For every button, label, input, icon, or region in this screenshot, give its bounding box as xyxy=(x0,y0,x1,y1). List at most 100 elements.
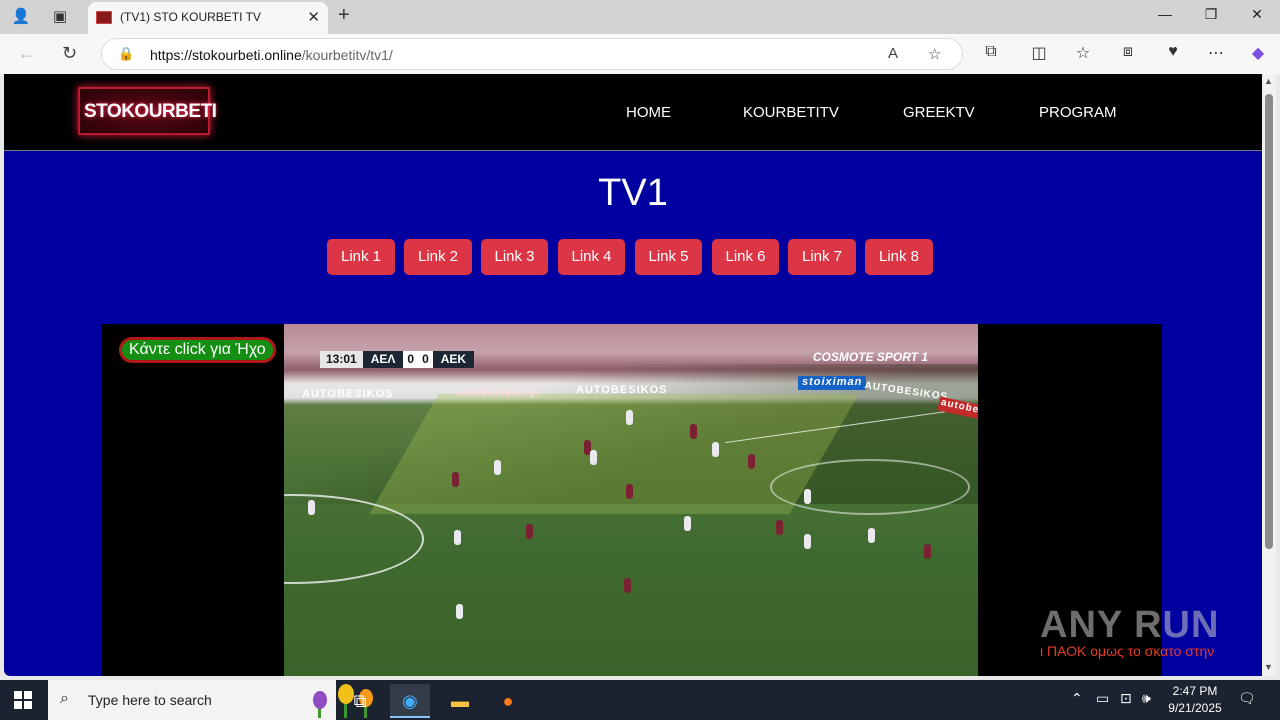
extensions-icon[interactable]: ⧉ xyxy=(980,43,1002,61)
link-7-button[interactable]: Link 7 xyxy=(788,239,856,275)
link-1-button[interactable]: Link 1 xyxy=(327,239,395,275)
address-bar: ← ↻ 🔒 https://stokourbeti.online/kourbet… xyxy=(0,34,1280,74)
ad-board: autobesikos.gr xyxy=(456,388,542,399)
favorites-icon[interactable]: ☆ xyxy=(1072,43,1094,63)
close-window-icon[interactable]: ✕ xyxy=(1242,6,1272,23)
marquee-text: ι ΠΑΟΚ ομως το σκατο στην xyxy=(1040,643,1215,659)
taskbar: ⌕ Type here to search ⧉ ◉ ▬ ● ⌃ ▭ ⊡ 🕪 2:… xyxy=(0,680,1280,720)
footballer xyxy=(526,524,533,539)
video-player[interactable]: AUTOBESIKOS autobesikos.gr AUTOBESIKOS s… xyxy=(102,324,1162,676)
refresh-icon[interactable]: ↻ xyxy=(62,43,77,64)
tab-title: (TV1) STO KOURBETI TV xyxy=(120,10,261,24)
page-viewport: STOKOURBETI HOME KOURBETITV GREEKTV PROG… xyxy=(4,74,1262,676)
home-team: ΑΕΛ xyxy=(362,351,404,368)
footballer xyxy=(748,454,755,469)
title-bar: 👤 ▣ (TV1) STO KOURBETI TV ✕ + — ❐ ✕ xyxy=(0,0,1280,34)
tab-close-icon[interactable]: ✕ xyxy=(307,8,320,26)
more-options-icon[interactable]: ⋯ xyxy=(1205,43,1227,63)
profile-icon[interactable]: 👤 xyxy=(10,6,32,28)
network-icon[interactable]: ⊡ xyxy=(1120,690,1132,707)
ad-board: stoiximan xyxy=(798,376,867,390)
footballer xyxy=(456,604,463,619)
url-host: https://stokourbeti.online xyxy=(150,47,302,63)
footballer xyxy=(452,472,459,487)
footballer xyxy=(626,410,633,425)
ad-board: AUTOBESIKOS xyxy=(576,384,668,396)
tray-chevron-icon[interactable]: ⌃ xyxy=(1071,690,1083,707)
footballer xyxy=(868,528,875,543)
task-view-icon[interactable]: ⧉ xyxy=(340,684,380,718)
nav-kourbetitv[interactable]: KOURBETITV xyxy=(743,104,839,121)
taskbar-clock[interactable]: 2:47 PM 9/21/2025 xyxy=(1160,683,1230,717)
away-team: ΑΕΚ xyxy=(432,351,475,368)
footballer xyxy=(804,534,811,549)
page-scrollbar[interactable]: ▲ ▼ xyxy=(1262,74,1276,676)
lock-icon[interactable]: 🔒 xyxy=(118,46,134,62)
video-frame[interactable]: AUTOBESIKOS autobesikos.gr AUTOBESIKOS s… xyxy=(284,324,978,676)
url-field[interactable]: 🔒 https://stokourbeti.online/kourbetitv/… xyxy=(101,38,963,70)
site-header: STOKOURBETI HOME KOURBETITV GREEKTV PROG… xyxy=(4,74,1262,151)
link-6-button[interactable]: Link 6 xyxy=(712,239,779,275)
clock-date: 9/21/2025 xyxy=(1168,701,1222,715)
nav-home[interactable]: HOME xyxy=(626,104,671,121)
url-path: /kourbetitv/tv1/ xyxy=(301,47,393,63)
site-logo[interactable]: STOKOURBETI xyxy=(78,87,217,135)
scroll-up-icon[interactable]: ▲ xyxy=(1264,76,1273,86)
restore-icon[interactable]: ❐ xyxy=(1196,6,1226,23)
nav-greektv[interactable]: GREEKTV xyxy=(903,104,975,121)
collections-icon[interactable]: ⧈ xyxy=(1117,43,1139,61)
nav-program[interactable]: PROGRAM xyxy=(1039,104,1117,121)
penalty-arc-line xyxy=(770,459,970,515)
footballer xyxy=(590,450,597,465)
watermark-logo: ANY RUN xyxy=(1040,604,1220,646)
score-overlay: 13:01 ΑΕΛ 0 0 ΑΕΚ xyxy=(320,351,475,368)
notification-icon[interactable]: 🗨 xyxy=(1238,690,1256,707)
ad-board: AUTOBESIKOS xyxy=(302,388,394,400)
page-title: TV1 xyxy=(598,172,668,214)
url-text: https://stokourbeti.online/kourbetitv/tv… xyxy=(150,47,393,63)
footballer xyxy=(690,424,697,439)
tray-device-icon[interactable]: ▭ xyxy=(1096,690,1109,707)
tab-actions-icon[interactable]: ▣ xyxy=(49,6,71,28)
search-placeholder: Type here to search xyxy=(88,692,212,708)
footballer xyxy=(776,520,783,535)
firefox-icon[interactable]: ● xyxy=(488,684,528,718)
scroll-down-icon[interactable]: ▼ xyxy=(1264,662,1273,672)
back-icon[interactable]: ← xyxy=(18,43,36,64)
away-score: 0 xyxy=(418,351,433,368)
volume-icon[interactable]: 🕪 xyxy=(1142,690,1151,707)
minimize-icon[interactable]: — xyxy=(1150,6,1180,22)
start-windows-icon[interactable] xyxy=(14,691,32,709)
footballer xyxy=(684,516,691,531)
footballer xyxy=(308,500,315,515)
split-screen-icon[interactable]: ◫ xyxy=(1028,43,1050,63)
edge-app-icon[interactable]: ◉ xyxy=(390,684,430,718)
link-3-button[interactable]: Link 3 xyxy=(481,239,548,275)
copilot-icon[interactable]: ◆ xyxy=(1247,43,1269,63)
link-4-button[interactable]: Link 4 xyxy=(558,239,625,275)
footballer xyxy=(626,484,633,499)
footballer xyxy=(454,530,461,545)
search-icon: ⌕ xyxy=(60,690,69,707)
sound-on-button[interactable]: Κάντε click για Ήχο xyxy=(119,337,276,363)
tab-active[interactable]: (TV1) STO KOURBETI TV ✕ xyxy=(88,2,328,34)
browser-essentials-icon[interactable]: ♥ xyxy=(1162,43,1184,61)
read-aloud-icon[interactable]: A xyxy=(888,45,898,62)
footballer xyxy=(804,489,811,504)
footballer xyxy=(624,578,631,593)
footballer xyxy=(494,460,501,475)
file-explorer-icon[interactable]: ▬ xyxy=(440,684,480,718)
new-tab-icon[interactable]: + xyxy=(338,4,350,27)
favorite-star-icon[interactable]: ☆ xyxy=(928,45,941,63)
taskbar-search[interactable]: ⌕ Type here to search xyxy=(48,680,373,720)
broadcaster-logo: COSMOTE SPORT 1 xyxy=(812,350,928,364)
logo-text: STOKOURBETI xyxy=(84,101,217,122)
scroll-thumb[interactable] xyxy=(1265,94,1273,549)
match-clock: 13:01 xyxy=(320,351,363,368)
clock-time: 2:47 PM xyxy=(1172,684,1218,698)
site-favicon-icon xyxy=(96,11,112,24)
link-5-button[interactable]: Link 5 xyxy=(635,239,702,275)
home-score: 0 xyxy=(403,351,419,368)
link-2-button[interactable]: Link 2 xyxy=(404,239,472,275)
link-8-button[interactable]: Link 8 xyxy=(865,239,933,275)
